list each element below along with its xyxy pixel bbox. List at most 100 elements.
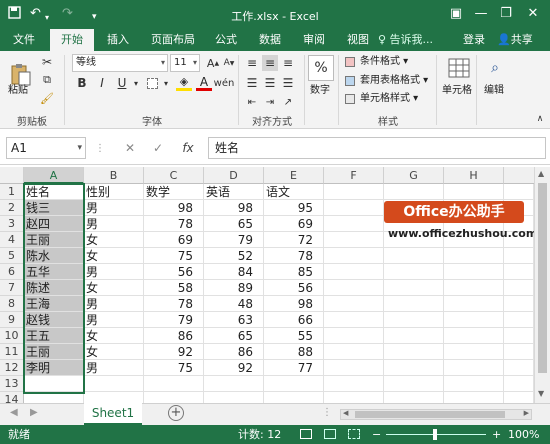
grid-cell[interactable]: 56 [144, 264, 204, 280]
cell-styles-button[interactable]: 单元格样式 ▾ [360, 91, 418, 107]
grid-cell[interactable]: 女 [84, 232, 144, 248]
grid-cell[interactable] [384, 184, 444, 200]
next-sheet-icon[interactable]: ▶ [30, 407, 38, 418]
grid-cell[interactable]: 52 [204, 248, 264, 264]
grid-cell[interactable] [504, 360, 534, 376]
chevron-down-icon[interactable]: ▾ [132, 75, 140, 91]
grid-cell[interactable] [444, 360, 504, 376]
grid-cell[interactable] [504, 328, 534, 344]
grid-cell[interactable]: 72 [264, 232, 324, 248]
close-icon[interactable]: ✕ [522, 4, 544, 24]
grid-cell[interactable]: 男 [84, 264, 144, 280]
format-painter-icon[interactable]: 🖌 [40, 91, 54, 105]
grid-cell[interactable]: 语文 [264, 184, 324, 200]
grid-cell[interactable] [144, 392, 204, 403]
column-header-a[interactable]: A [24, 167, 84, 184]
decrease-font-icon[interactable]: A ▼ [222, 54, 236, 72]
restore-icon[interactable]: ❐ [495, 4, 517, 24]
grid-cell[interactable]: 69 [144, 232, 204, 248]
page-break-view-icon[interactable] [348, 429, 360, 439]
formula-input[interactable]: 姓名 [208, 137, 546, 159]
borders-icon[interactable] [144, 75, 160, 91]
row-header[interactable]: 14 [0, 392, 24, 403]
grid-cell[interactable]: 女 [84, 328, 144, 344]
grid-cell[interactable] [444, 312, 504, 328]
add-sheet-icon[interactable]: + [168, 405, 184, 421]
underline-icon[interactable]: U [114, 75, 130, 91]
row-header[interactable]: 9 [0, 312, 24, 328]
font-size-select[interactable]: 11 ▾ [170, 54, 200, 72]
grid-cell[interactable]: 78 [144, 216, 204, 232]
column-header-h[interactable]: H [444, 167, 504, 184]
grid-cell[interactable]: 王丽 [24, 232, 84, 248]
grid-cell[interactable] [384, 280, 444, 296]
grid-cell[interactable] [444, 296, 504, 312]
grid-cell[interactable]: 77 [264, 360, 324, 376]
row-header[interactable]: 6 [0, 264, 24, 280]
cut-icon[interactable]: ✂ [40, 55, 54, 69]
share-button[interactable]: 👤共享 [497, 29, 533, 51]
align-middle-icon[interactable]: ≡ [262, 55, 278, 71]
horizontal-scroll-thumb[interactable] [355, 411, 505, 418]
grid-cell[interactable]: 98 [204, 200, 264, 216]
grid-cell[interactable]: 75 [144, 248, 204, 264]
grid-cell[interactable]: 性别 [84, 184, 144, 200]
grid-cell[interactable]: 79 [204, 232, 264, 248]
align-right-icon[interactable]: ☰ [280, 75, 296, 91]
search-icon[interactable]: ⌕ [482, 55, 508, 81]
tab-insert[interactable]: 插入 [100, 29, 136, 51]
grid-cell[interactable]: 84 [204, 264, 264, 280]
grid-cell[interactable] [444, 280, 504, 296]
align-bottom-icon[interactable]: ≡ [280, 55, 296, 71]
grid-cell[interactable]: 男 [84, 312, 144, 328]
grid-cell[interactable]: 86 [144, 328, 204, 344]
grid-cell[interactable]: 钱三 [24, 200, 84, 216]
grid-cell[interactable]: 88 [264, 344, 324, 360]
chevron-down-icon[interactable]: ▾ [162, 75, 170, 91]
vertical-scrollbar[interactable]: ▲ ▼ [534, 167, 550, 403]
grid-cell[interactable]: 英语 [204, 184, 264, 200]
grid-cell[interactable]: 58 [144, 280, 204, 296]
name-box[interactable]: A1 ▾ [6, 137, 86, 159]
row-header[interactable]: 11 [0, 344, 24, 360]
grid-cell[interactable] [384, 360, 444, 376]
italic-icon[interactable]: I [94, 75, 110, 91]
grid-cell[interactable]: 86 [204, 344, 264, 360]
grid-cell[interactable] [144, 376, 204, 392]
ribbon-options-icon[interactable]: ▣ [445, 4, 467, 24]
row-header[interactable]: 3 [0, 216, 24, 232]
grid-cell[interactable]: 85 [264, 264, 324, 280]
zoom-slider-thumb[interactable] [433, 429, 437, 440]
grid-cell[interactable] [84, 376, 144, 392]
grid-cell[interactable] [444, 392, 504, 403]
font-color-icon[interactable]: A [196, 75, 212, 91]
grid-cell[interactable]: 69 [264, 216, 324, 232]
grid-cell[interactable] [384, 296, 444, 312]
grid-cell[interactable] [384, 328, 444, 344]
grid-cell[interactable] [444, 344, 504, 360]
grid-cell[interactable] [504, 184, 534, 200]
grid-cell[interactable] [504, 376, 534, 392]
column-header-f[interactable]: F [324, 167, 384, 184]
column-header-g[interactable]: G [384, 167, 444, 184]
font-name-select[interactable]: 等线 ▾ [72, 54, 168, 72]
cancel-icon[interactable]: ✕ [122, 139, 138, 157]
number-button[interactable]: 数字 [310, 83, 330, 99]
grid-cell[interactable] [384, 392, 444, 403]
grid-cell[interactable]: 65 [204, 328, 264, 344]
grid-cell[interactable]: 65 [204, 216, 264, 232]
grid-cell[interactable]: 95 [264, 200, 324, 216]
grid-cell[interactable]: 66 [264, 312, 324, 328]
row-header[interactable]: 1 [0, 184, 24, 200]
grid-cell[interactable] [324, 360, 384, 376]
grid-cell[interactable]: 姓名 [24, 184, 84, 200]
row-header[interactable]: 7 [0, 280, 24, 296]
grid-cell[interactable] [324, 312, 384, 328]
grid-cell[interactable]: 女 [84, 344, 144, 360]
tab-view[interactable]: 视图 [340, 29, 376, 51]
orientation-icon[interactable]: ↗ [280, 95, 296, 109]
grid-cell[interactable] [204, 376, 264, 392]
row-header[interactable]: 8 [0, 296, 24, 312]
grid-cell[interactable] [384, 248, 444, 264]
grid-cell[interactable] [264, 376, 324, 392]
